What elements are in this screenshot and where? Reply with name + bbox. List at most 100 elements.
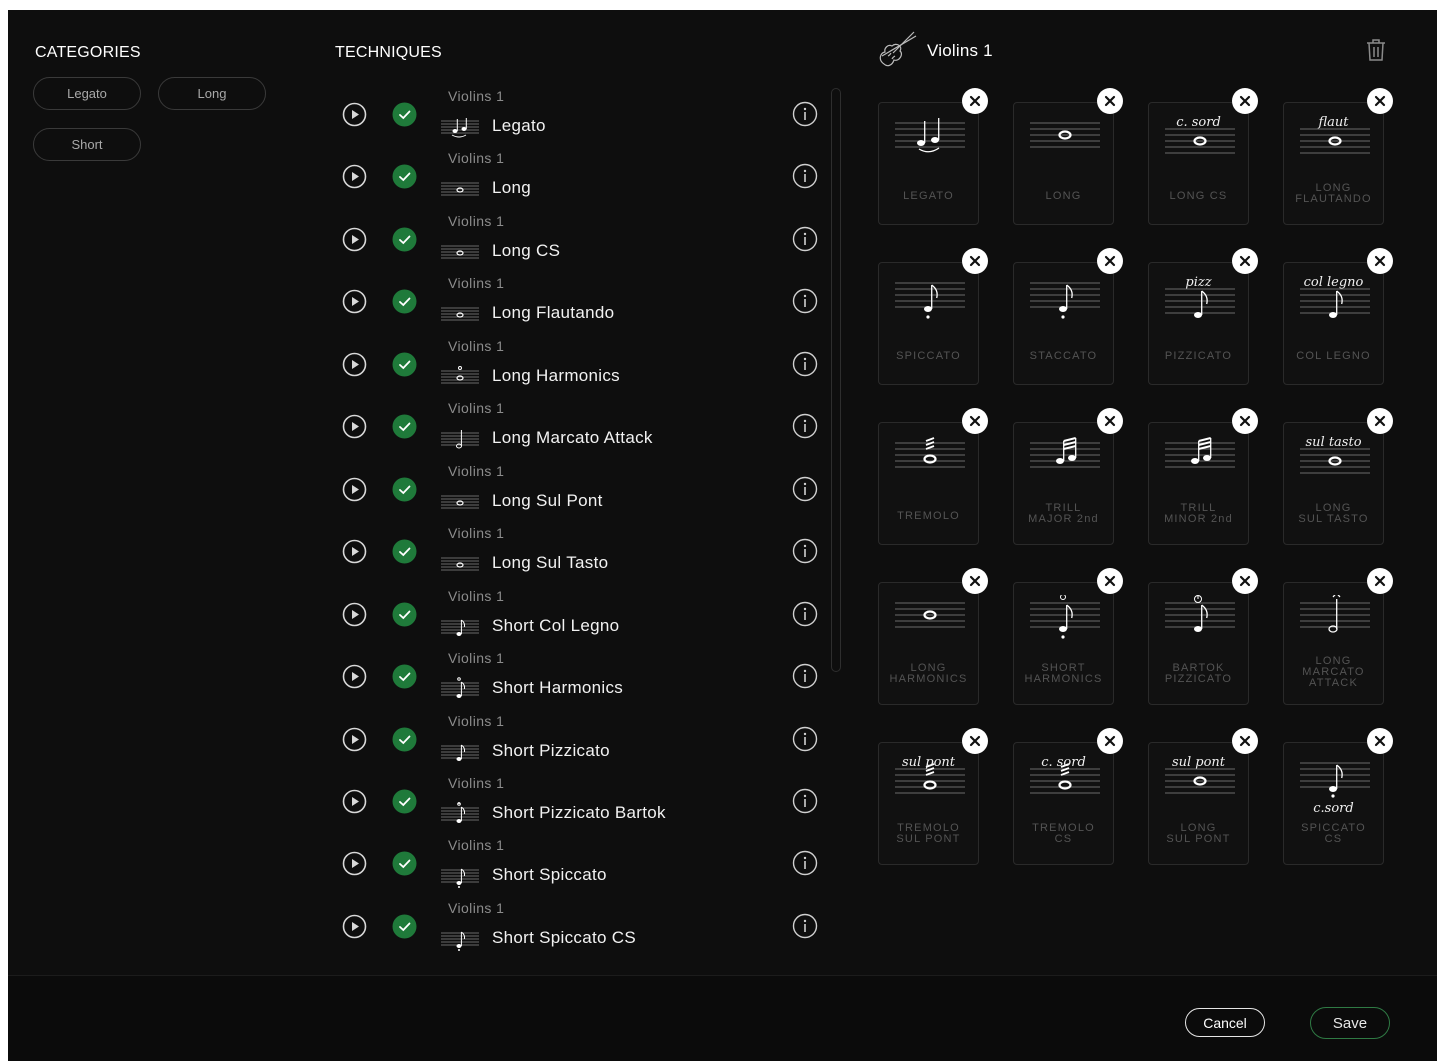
technique-card[interactable]: LEGATO	[878, 102, 979, 225]
info-icon[interactable]	[792, 226, 818, 252]
remove-technique-button[interactable]	[1367, 248, 1393, 274]
info-icon[interactable]	[792, 726, 818, 752]
technique-card[interactable]: sul pont LONG SUL PONT	[1148, 742, 1249, 865]
play-icon[interactable]	[342, 477, 367, 502]
check-icon[interactable]	[392, 102, 417, 127]
remove-technique-button[interactable]	[1232, 88, 1258, 114]
play-icon[interactable]	[342, 851, 367, 876]
check-icon[interactable]	[392, 851, 417, 876]
category-pill-short[interactable]: Short	[33, 128, 141, 161]
technique-card[interactable]: col legno COL LEGNO	[1283, 262, 1384, 385]
trash-icon[interactable]	[1366, 38, 1386, 62]
technique-row[interactable]: Violins 1 Long Sul Pont	[334, 463, 824, 525]
remove-technique-button[interactable]	[1367, 88, 1393, 114]
technique-card[interactable]: LONG	[1013, 102, 1114, 225]
remove-technique-button[interactable]	[962, 568, 988, 594]
check-icon[interactable]	[392, 602, 417, 627]
technique-card[interactable]: BARTOK PIZZICATO	[1148, 582, 1249, 705]
play-icon[interactable]	[342, 414, 367, 439]
remove-technique-button[interactable]	[1097, 408, 1123, 434]
technique-card[interactable]: c. sord TREMOLO CS	[1013, 742, 1114, 865]
remove-technique-button[interactable]	[1367, 568, 1393, 594]
play-icon[interactable]	[342, 164, 367, 189]
check-icon[interactable]	[392, 789, 417, 814]
technique-row[interactable]: Violins 1 Short Spiccato CS	[334, 900, 824, 962]
remove-technique-button[interactable]	[1367, 408, 1393, 434]
technique-card[interactable]: flaut LONG FLAUTANDO	[1283, 102, 1384, 225]
technique-row[interactable]: Violins 1 Long CS	[334, 213, 824, 275]
category-pill-legato[interactable]: Legato	[33, 77, 141, 110]
technique-row[interactable]: Violins 1 Short Pizzicato Bartok	[334, 775, 824, 837]
info-icon[interactable]	[792, 663, 818, 689]
technique-row[interactable]: Violins 1 Long Marcato Attack	[334, 400, 824, 462]
remove-technique-button[interactable]	[962, 248, 988, 274]
play-icon[interactable]	[342, 664, 367, 689]
technique-card[interactable]: sul tasto LONG SUL TASTO	[1283, 422, 1384, 545]
remove-technique-button[interactable]	[1097, 728, 1123, 754]
technique-card[interactable]: TRILL MAJOR 2nd	[1013, 422, 1114, 545]
technique-row[interactable]: Violins 1 Long Sul Tasto	[334, 525, 824, 587]
info-icon[interactable]	[792, 351, 818, 377]
check-icon[interactable]	[392, 539, 417, 564]
remove-technique-button[interactable]	[1097, 88, 1123, 114]
cancel-button[interactable]: Cancel	[1185, 1008, 1265, 1037]
remove-technique-button[interactable]	[1232, 248, 1258, 274]
play-icon[interactable]	[342, 602, 367, 627]
technique-card[interactable]: TRILL MINOR 2nd	[1148, 422, 1249, 545]
technique-card[interactable]: c. sord LONG CS	[1148, 102, 1249, 225]
info-icon[interactable]	[792, 601, 818, 627]
technique-card[interactable]: TREMOLO	[878, 422, 979, 545]
play-icon[interactable]	[342, 227, 367, 252]
play-icon[interactable]	[342, 789, 367, 814]
check-icon[interactable]	[392, 664, 417, 689]
play-icon[interactable]	[342, 289, 367, 314]
check-icon[interactable]	[392, 352, 417, 377]
info-icon[interactable]	[792, 163, 818, 189]
check-icon[interactable]	[392, 164, 417, 189]
category-pill-long[interactable]: Long	[158, 77, 266, 110]
technique-row[interactable]: Violins 1 Legato	[334, 88, 824, 150]
play-icon[interactable]	[342, 914, 367, 939]
info-icon[interactable]	[792, 101, 818, 127]
technique-row[interactable]: Violins 1 Short Col Legno	[334, 588, 824, 650]
check-icon[interactable]	[392, 477, 417, 502]
remove-technique-button[interactable]	[1367, 728, 1393, 754]
technique-row[interactable]: Violins 1 Short Pizzicato	[334, 713, 824, 775]
remove-technique-button[interactable]	[1232, 408, 1258, 434]
technique-row[interactable]: Violins 1 Short Harmonics	[334, 650, 824, 712]
info-icon[interactable]	[792, 476, 818, 502]
check-icon[interactable]	[392, 727, 417, 752]
info-icon[interactable]	[792, 850, 818, 876]
remove-technique-button[interactable]	[962, 88, 988, 114]
technique-row[interactable]: Violins 1 Long	[334, 150, 824, 212]
technique-card[interactable]: LONG MARCATO ATTACK	[1283, 582, 1384, 705]
play-icon[interactable]	[342, 727, 367, 752]
check-icon[interactable]	[392, 227, 417, 252]
remove-technique-button[interactable]	[1232, 728, 1258, 754]
technique-row[interactable]: Violins 1 Long Harmonics	[334, 338, 824, 400]
remove-technique-button[interactable]	[962, 408, 988, 434]
technique-card[interactable]: SPICCATO	[878, 262, 979, 385]
technique-card[interactable]: SHORT HARMONICS	[1013, 582, 1114, 705]
play-icon[interactable]	[342, 102, 367, 127]
technique-card[interactable]: sul pont TREMOLO SUL PONT	[878, 742, 979, 865]
info-icon[interactable]	[792, 538, 818, 564]
check-icon[interactable]	[392, 914, 417, 939]
technique-card[interactable]: STACCATO	[1013, 262, 1114, 385]
remove-technique-button[interactable]	[1097, 248, 1123, 274]
technique-row[interactable]: Violins 1 Long Flautando	[334, 275, 824, 337]
info-icon[interactable]	[792, 413, 818, 439]
technique-row[interactable]: Violins 1 Short Spiccato	[334, 837, 824, 899]
remove-technique-button[interactable]	[1232, 568, 1258, 594]
info-icon[interactable]	[792, 288, 818, 314]
save-button[interactable]: Save	[1310, 1007, 1390, 1039]
remove-technique-button[interactable]	[962, 728, 988, 754]
info-icon[interactable]	[792, 788, 818, 814]
play-icon[interactable]	[342, 539, 367, 564]
info-icon[interactable]	[792, 913, 818, 939]
technique-card[interactable]: pizz PIZZICATO	[1148, 262, 1249, 385]
technique-card[interactable]: LONG HARMONICS	[878, 582, 979, 705]
technique-list-scrollbar[interactable]	[831, 88, 841, 672]
check-icon[interactable]	[392, 289, 417, 314]
play-icon[interactable]	[342, 352, 367, 377]
